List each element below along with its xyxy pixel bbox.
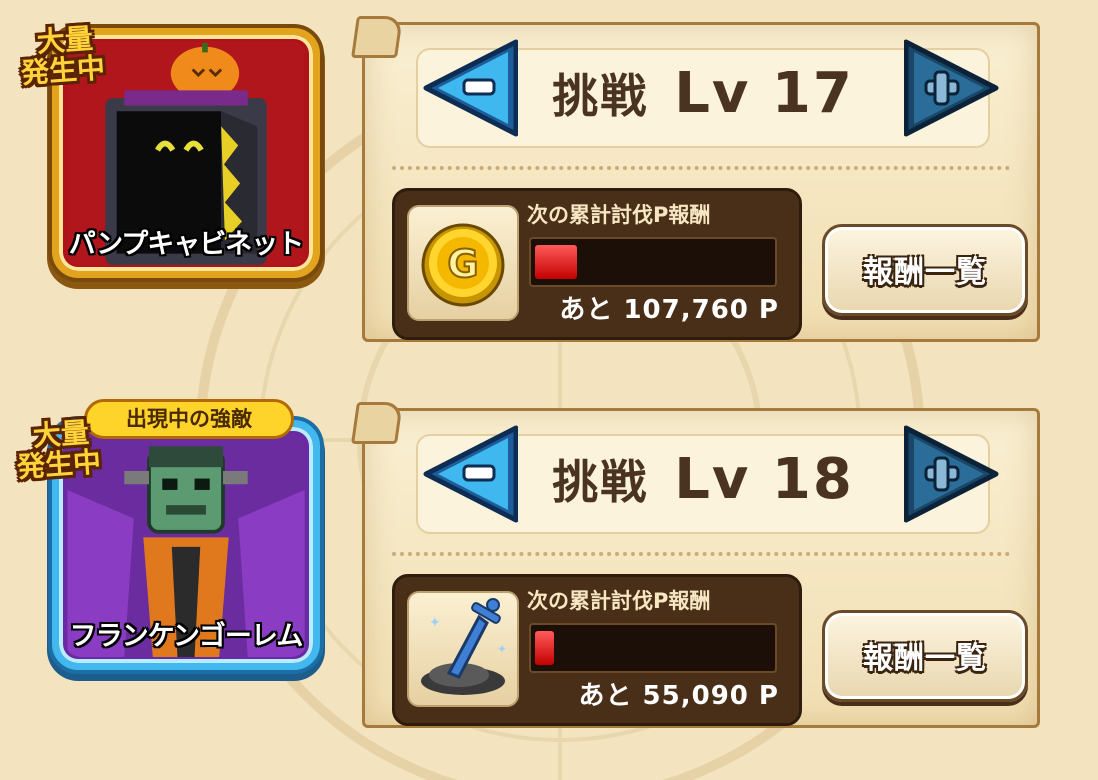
gold-coin-icon: G — [421, 223, 505, 307]
minus-icon — [462, 78, 496, 96]
svg-text:✦: ✦ — [429, 615, 441, 631]
reward-list-label: 報酬一覧 — [863, 255, 987, 290]
strong-enemy-badge: 出現中の強敵 — [84, 399, 294, 439]
level-up-button[interactable] — [904, 36, 1000, 140]
divider — [392, 166, 1010, 170]
reward-list-button[interactable]: 報酬一覧 — [822, 610, 1028, 702]
level-value: Lv 18 — [674, 447, 854, 512]
reward-progress-bar — [529, 237, 777, 287]
challenge-panel: 挑戦 Lv 17 G 次の累計討伐P報酬 あと 107,760 P 報酬一覧 — [351, 16, 1046, 348]
mass-spawn-line2: 発生中 — [15, 445, 103, 484]
sword-in-stone-icon: ✦ ✦ — [421, 598, 507, 695]
reward-icon-box: G — [407, 205, 519, 321]
svg-text:✦: ✦ — [497, 642, 507, 656]
minus-icon — [462, 464, 496, 482]
remaining-points: あと 107,760 P — [559, 295, 779, 325]
reward-progress-fill — [535, 631, 554, 665]
reward-progress-box: G 次の累計討伐P報酬 あと 107,760 P — [392, 188, 802, 340]
reward-progress-bar — [529, 623, 777, 673]
scroll-curl — [351, 16, 403, 58]
mass-spawn-label: 大量 発生中 — [18, 22, 107, 90]
reward-progress-fill — [535, 245, 577, 279]
reward-label: 次の累計討伐P報酬 — [527, 589, 711, 613]
monster-name: パンプキャビネット — [68, 229, 305, 260]
reward-list-label: 報酬一覧 — [863, 641, 987, 676]
scroll-curl — [351, 402, 403, 444]
reward-progress-box: ✦ ✦ 次の累計討伐P報酬 あと 55,090 P — [392, 574, 802, 726]
level-down-button[interactable] — [422, 36, 518, 140]
mass-spawn-label: 大量 発生中 — [14, 416, 103, 484]
svg-text:G: G — [447, 242, 478, 286]
reward-label: 次の累計討伐P報酬 — [527, 203, 711, 227]
divider — [392, 552, 1010, 556]
challenge-label: 挑戦 — [552, 69, 649, 123]
mass-spawn-line2: 発生中 — [19, 51, 107, 90]
reward-icon-box: ✦ ✦ — [407, 591, 519, 707]
reward-list-button[interactable]: 報酬一覧 — [822, 224, 1028, 316]
level-value: Lv 17 — [674, 61, 854, 126]
level-up-button[interactable] — [904, 422, 1000, 526]
remaining-points: あと 55,090 P — [578, 681, 779, 711]
monster-name: フランケンゴーレム — [69, 621, 304, 652]
level-down-button[interactable] — [422, 422, 518, 526]
challenge-panel: 挑戦 Lv 18 ✦ ✦ 次の累計討伐P報酬 あと 55,090 P 報酬一覧 — [351, 402, 1046, 734]
challenge-label: 挑戦 — [552, 455, 649, 509]
